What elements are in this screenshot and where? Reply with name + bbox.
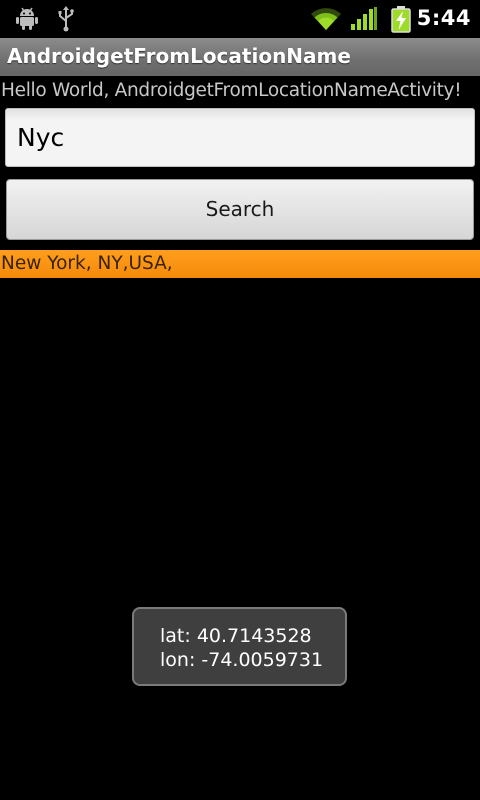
status-clock: 5:44	[416, 6, 471, 30]
app-title: AndroidgetFromLocationName	[7, 44, 351, 68]
signal-icon	[350, 6, 378, 36]
location-input[interactable]	[6, 109, 474, 166]
list-item[interactable]: New York, NY,USA,	[0, 250, 480, 278]
list-item-label: New York, NY,USA,	[1, 253, 173, 274]
hello-text: Hello World, AndroidgetFromLocationNameA…	[1, 80, 462, 101]
wifi-icon	[310, 6, 342, 36]
toast-longitude: lon: -74.0059731	[160, 649, 324, 671]
title-bar: AndroidgetFromLocationName	[0, 38, 480, 76]
screen: 5:44 AndroidgetFromLocationName Hello Wo…	[0, 0, 480, 800]
search-button[interactable]: Search	[6, 179, 474, 240]
android-debug-icon	[14, 5, 40, 35]
toast-latitude: lat: 40.7143528	[160, 625, 312, 647]
toast: lat: 40.7143528 lon: -74.0059731	[132, 607, 347, 686]
location-input-container[interactable]	[5, 108, 475, 167]
status-bar: 5:44	[0, 0, 480, 38]
battery-charging-icon	[390, 5, 412, 37]
usb-icon	[56, 5, 76, 37]
